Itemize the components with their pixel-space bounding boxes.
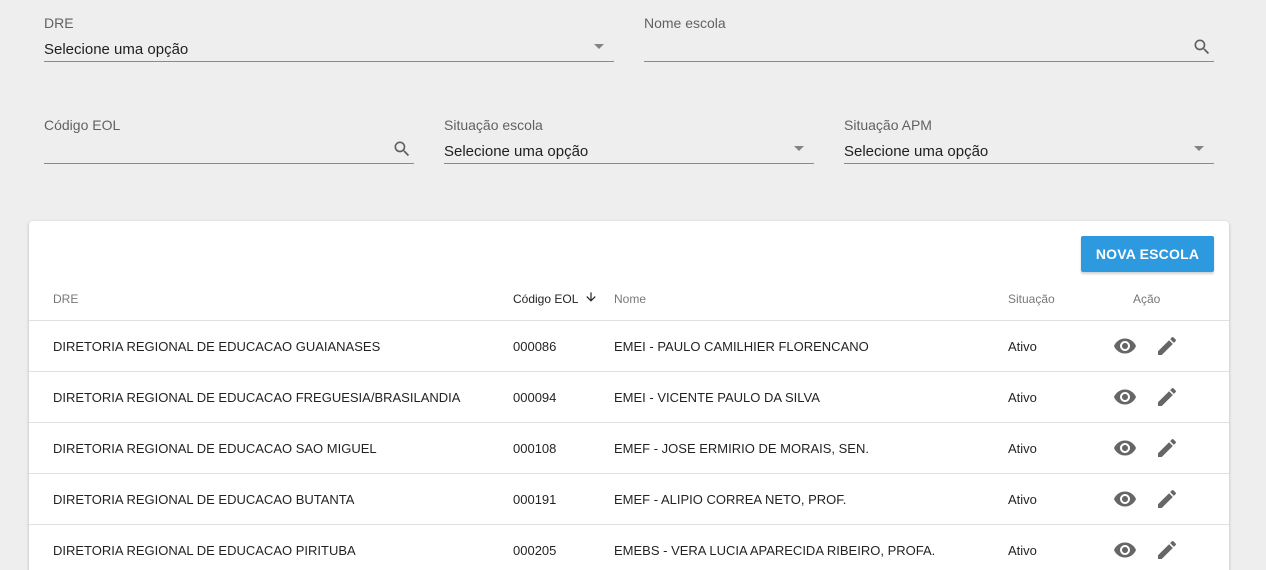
cell-nome: EMEF - ALIPIO CORREA NETO, PROF.	[614, 492, 847, 507]
codigo-eol-label: Código EOL	[44, 117, 121, 133]
cell-dre: DIRETORIA REGIONAL DE EDUCACAO BUTANTA	[53, 492, 355, 507]
dre-value: Selecione uma opção	[44, 41, 189, 58]
situacao-escola-select[interactable]: Situação escola Selecione uma opção	[444, 117, 814, 167]
dropdown-caret-icon	[1194, 146, 1204, 151]
header-situacao[interactable]: Situação	[1008, 292, 1055, 306]
table-header: DRE Código EOL Nome Situação Ação	[29, 277, 1229, 321]
dropdown-caret-icon	[794, 146, 804, 151]
situacao-apm-value: Selecione uma opção	[844, 143, 989, 160]
eye-icon[interactable]	[1113, 538, 1137, 562]
pencil-icon[interactable]	[1155, 385, 1179, 409]
underline	[44, 61, 614, 62]
cell-situacao: Ativo	[1008, 441, 1037, 456]
underline	[44, 163, 414, 164]
eye-icon[interactable]	[1113, 334, 1137, 358]
cell-situacao: Ativo	[1008, 339, 1037, 354]
header-dre[interactable]: DRE	[53, 292, 78, 306]
cell-codigo-eol: 000094	[513, 390, 557, 405]
table-row: DIRETORIA REGIONAL DE EDUCACAO PIRITUBA 0…	[29, 525, 1229, 570]
cell-nome: EMEBS - VERA LUCIA APARECIDA RIBEIRO, PR…	[614, 543, 936, 558]
table-row: DIRETORIA REGIONAL DE EDUCACAO GUAIANASE…	[29, 321, 1229, 372]
cell-codigo-eol: 000086	[513, 339, 557, 354]
eye-icon[interactable]	[1113, 487, 1137, 511]
underline	[444, 163, 814, 164]
cell-nome: EMEF - JOSE ERMIRIO DE MORAIS, SEN.	[614, 441, 869, 456]
cell-dre: DIRETORIA REGIONAL DE EDUCACAO SAO MIGUE…	[53, 441, 377, 456]
eye-icon[interactable]	[1113, 436, 1137, 460]
header-nome[interactable]: Nome	[614, 292, 646, 306]
eye-icon[interactable]	[1113, 385, 1137, 409]
cell-codigo-eol: 000191	[513, 492, 557, 507]
cell-dre: DIRETORIA REGIONAL DE EDUCACAO FREGUESIA…	[53, 390, 461, 405]
header-codigo-eol[interactable]: Código EOL	[513, 292, 578, 306]
cell-situacao: Ativo	[1008, 492, 1037, 507]
underline	[644, 61, 1214, 62]
cell-situacao: Ativo	[1008, 543, 1037, 558]
pencil-icon[interactable]	[1155, 487, 1179, 511]
header-acao: Ação	[1133, 292, 1161, 306]
table-row: DIRETORIA REGIONAL DE EDUCACAO SAO MIGUE…	[29, 423, 1229, 474]
pencil-icon[interactable]	[1155, 538, 1179, 562]
table-row: DIRETORIA REGIONAL DE EDUCACAO BUTANTA 00…	[29, 474, 1229, 525]
pencil-icon[interactable]	[1155, 436, 1179, 460]
nome-escola-label: Nome escola	[644, 15, 726, 31]
underline	[844, 163, 1214, 164]
situacao-apm-select[interactable]: Situação APM Selecione uma opção	[844, 117, 1214, 167]
nova-escola-button[interactable]: NOVA ESCOLA	[1081, 236, 1214, 272]
codigo-eol-input[interactable]: Código EOL	[44, 117, 414, 167]
nome-escola-input[interactable]: Nome escola	[644, 15, 1214, 65]
cell-nome: EMEI - VICENTE PAULO DA SILVA	[614, 390, 820, 405]
pencil-icon[interactable]	[1155, 334, 1179, 358]
schools-table-card: NOVA ESCOLA DRE Código EOL Nome Situação…	[29, 221, 1229, 570]
dre-label: DRE	[44, 15, 74, 31]
search-icon[interactable]	[1192, 37, 1212, 57]
cell-dre: DIRETORIA REGIONAL DE EDUCACAO PIRITUBA	[53, 543, 356, 558]
cell-codigo-eol: 000205	[513, 543, 557, 558]
table-row: DIRETORIA REGIONAL DE EDUCACAO FREGUESIA…	[29, 372, 1229, 423]
cell-nome: EMEI - PAULO CAMILHIER FLORENCANO	[614, 339, 869, 354]
situacao-apm-label: Situação APM	[844, 117, 932, 133]
dre-select[interactable]: DRE Selecione uma opção	[44, 15, 614, 65]
cell-dre: DIRETORIA REGIONAL DE EDUCACAO GUAIANASE…	[53, 339, 381, 354]
arrow-down-icon[interactable]	[584, 290, 598, 304]
situacao-escola-label: Situação escola	[444, 117, 543, 133]
cell-codigo-eol: 000108	[513, 441, 557, 456]
dropdown-caret-icon	[594, 44, 604, 49]
search-icon[interactable]	[392, 139, 412, 159]
cell-situacao: Ativo	[1008, 390, 1037, 405]
situacao-escola-value: Selecione uma opção	[444, 143, 589, 160]
